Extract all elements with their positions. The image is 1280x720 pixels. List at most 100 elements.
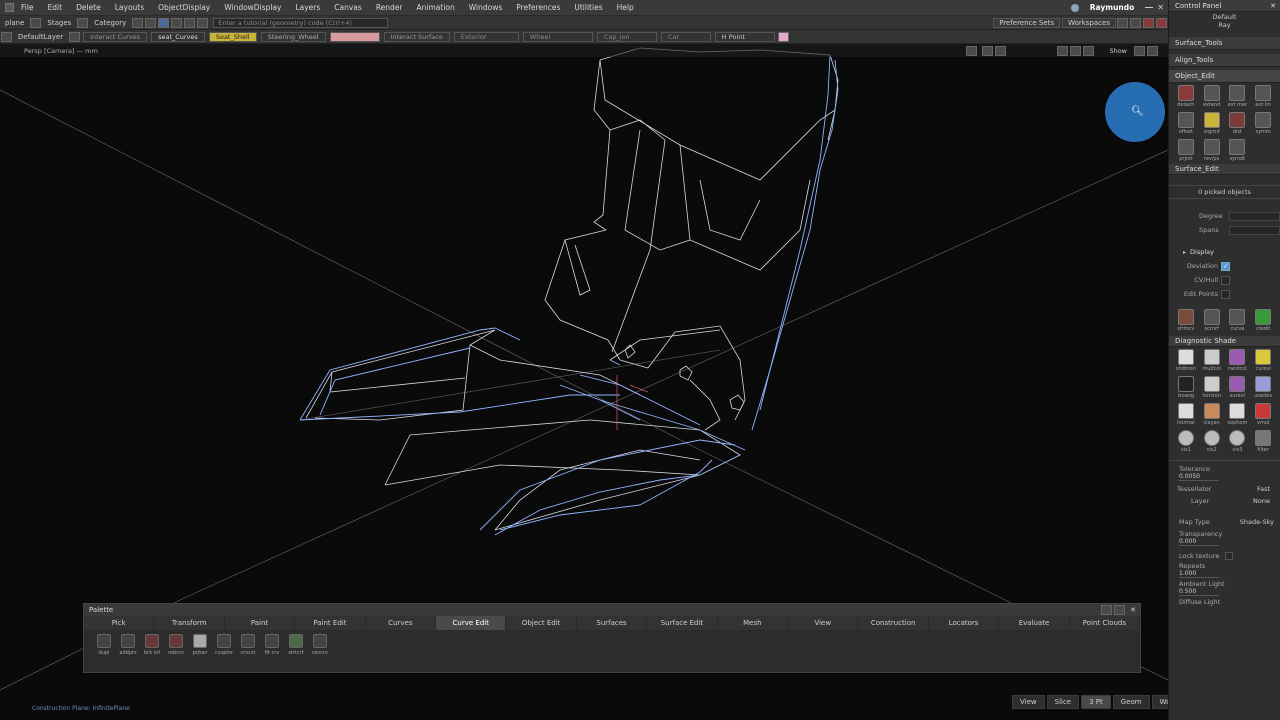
app-icon[interactable]	[5, 3, 14, 12]
workspace-icon-3[interactable]	[1143, 17, 1154, 28]
editpoints-checkbox[interactable]	[1221, 289, 1230, 299]
menu-edit[interactable]: Edit	[41, 3, 70, 12]
tool-extend[interactable]: extend	[1201, 85, 1223, 108]
tab-pick[interactable]: Pick	[84, 616, 155, 630]
shelf-surface-edit[interactable]: Surface_Edit	[1169, 164, 1280, 175]
tool-sfrmcv[interactable]: sfrmcv	[1175, 309, 1197, 332]
hpoint-swatch[interactable]	[777, 31, 789, 42]
view-icon-5[interactable]	[1070, 45, 1082, 56]
layer-wheel[interactable]: Wheel	[522, 31, 593, 42]
spans-field[interactable]	[1228, 225, 1280, 235]
tool-sophom[interactable]: sophom	[1226, 403, 1248, 426]
layer-cap-ion[interactable]: Cap_ion	[596, 31, 657, 42]
tab-construction[interactable]: Construction	[858, 616, 929, 630]
tab-curves[interactable]: Curves	[366, 616, 437, 630]
mode-view[interactable]: View	[1012, 695, 1045, 709]
ambient-field[interactable]: 0.500	[1179, 588, 1219, 596]
tool-dist[interactable]: dist	[1226, 112, 1248, 135]
layer-interact-curves[interactable]: Interact Curves	[83, 31, 148, 42]
layer-exterior[interactable]: Exterior	[453, 31, 519, 42]
mode-select[interactable]: Ray	[1169, 21, 1280, 29]
window-close-icon[interactable]: ✕	[1157, 3, 1164, 12]
default-layer[interactable]: DefaultLayer	[13, 33, 68, 41]
view-icon-2[interactable]	[982, 45, 994, 56]
locktex-checkbox[interactable]	[1225, 552, 1234, 560]
layer-add-icon[interactable]	[1, 31, 12, 42]
stages-button[interactable]: Stages	[42, 19, 76, 27]
tool-brk-inf[interactable]: brk inf	[142, 634, 162, 656]
layer-seat-shell[interactable]: Seat_Shell	[208, 31, 257, 42]
menu-animation[interactable]: Animation	[410, 3, 462, 12]
repeats-field[interactable]: 1.000	[1179, 570, 1219, 578]
tool-ext-mer[interactable]: ext mer	[1226, 85, 1248, 108]
shelf-diagnostic-shade[interactable]: Diagnostic Shade	[1169, 336, 1280, 347]
stage-icon[interactable]	[77, 17, 89, 28]
layer-interact-surface[interactable]: Interact Surface	[383, 31, 450, 42]
menu-utilities[interactable]: Utilities	[567, 3, 609, 12]
workspaces-button[interactable]: Workspaces	[1062, 17, 1116, 28]
tool-ctedit[interactable]: ctedit	[1252, 309, 1274, 332]
tool-scrnrf[interactable]: scrnrf	[1201, 309, 1223, 332]
tool-isoang[interactable]: isoang	[1175, 376, 1197, 399]
view-icon-3[interactable]	[995, 45, 1007, 56]
tool-curevl[interactable]: curevl	[1252, 349, 1274, 372]
tool-shdmon[interactable]: shdmon	[1175, 349, 1197, 372]
tool-prjrst[interactable]: prjrst	[1175, 139, 1197, 162]
tool-revcrv[interactable]: revcrv	[310, 634, 330, 656]
tool-detach[interactable]: detach	[1175, 85, 1197, 108]
layer-car[interactable]: Car	[660, 31, 711, 42]
tab-point-clouds[interactable]: Point Clouds	[1070, 616, 1141, 630]
menu-render[interactable]: Render	[369, 3, 410, 12]
menu-objectdisplay[interactable]: ObjectDisplay	[151, 3, 217, 12]
workspace-icon-4[interactable]	[1156, 17, 1167, 28]
maptype-select[interactable]: Shade-Sky	[1240, 518, 1274, 526]
display-section[interactable]: ▸ Display	[1169, 245, 1280, 259]
tool-usedes[interactable]: usedes	[1252, 376, 1274, 399]
menu-delete[interactable]: Delete	[69, 3, 108, 12]
preference-sets-button[interactable]: Preference Sets	[993, 17, 1061, 28]
tool-addpts[interactable]: addpts	[118, 634, 138, 656]
tutorial-search-input[interactable]: Enter a tutorial (geometry) code (Ctrl+4…	[213, 17, 389, 28]
tab-mesh[interactable]: Mesh	[718, 616, 789, 630]
tool-prjtan[interactable]: prjtan	[190, 634, 210, 656]
palette-expand-icon[interactable]	[1114, 605, 1126, 615]
panel-close-icon[interactable]: ✕	[1270, 2, 1276, 10]
menu-windows[interactable]: Windows	[462, 3, 509, 12]
menu-canvas[interactable]: Canvas	[327, 3, 369, 12]
tool-offset[interactable]: offset	[1175, 112, 1197, 135]
tab-surfaces[interactable]: Surfaces	[577, 616, 648, 630]
tool-surevl[interactable]: surevl	[1226, 376, 1248, 399]
menu-layouts[interactable]: Layouts	[108, 3, 151, 12]
shelf-surface-tools[interactable]: Surface_Tools	[1169, 37, 1280, 50]
tab-paint-edit[interactable]: Paint Edit	[295, 616, 366, 630]
mode-slice[interactable]: Slice	[1046, 695, 1080, 709]
workspace-icon-2[interactable]	[1130, 17, 1141, 28]
preset-select[interactable]: Default	[1169, 12, 1280, 21]
palette-close-icon[interactable]: ✕	[1130, 606, 1136, 614]
tool-ext-lin[interactable]: ext lin	[1252, 85, 1274, 108]
mode-3pt[interactable]: 3 Pt	[1081, 695, 1111, 709]
category-button[interactable]: Category	[89, 19, 131, 27]
shelf-icon[interactable]	[30, 17, 42, 28]
select-icon[interactable]	[158, 17, 170, 28]
tab-view[interactable]: View	[788, 616, 859, 630]
tool-filter[interactable]: filter	[1252, 430, 1274, 453]
viewport-toggle-2[interactable]	[1147, 45, 1158, 56]
tab-curve-edit[interactable]: Curve Edit	[436, 616, 507, 630]
brush-icon[interactable]	[171, 17, 183, 28]
list-icon[interactable]	[197, 17, 209, 28]
tool-randcol[interactable]: randcol	[1226, 349, 1248, 372]
tool-cvsplnr[interactable]: cvsplnr	[214, 634, 234, 656]
tool-curva[interactable]: curva	[1226, 309, 1248, 332]
viewport-show-button[interactable]: Show	[1109, 47, 1127, 55]
tab-locators[interactable]: Locators	[929, 616, 1000, 630]
layer-select[interactable]: None	[1253, 497, 1270, 505]
grid-icon[interactable]	[132, 17, 144, 28]
degree-field[interactable]	[1228, 211, 1280, 221]
tab-transform[interactable]: Transform	[154, 616, 225, 630]
tool-crvcst[interactable]: crvcst	[238, 634, 258, 656]
shelf-align-tools[interactable]: Align_Tools	[1169, 54, 1280, 67]
tool-dupl[interactable]: dupl	[94, 634, 114, 656]
tool-clayan[interactable]: clayan	[1201, 403, 1223, 426]
layer-seat-curves[interactable]: seat_Curves	[151, 31, 205, 42]
